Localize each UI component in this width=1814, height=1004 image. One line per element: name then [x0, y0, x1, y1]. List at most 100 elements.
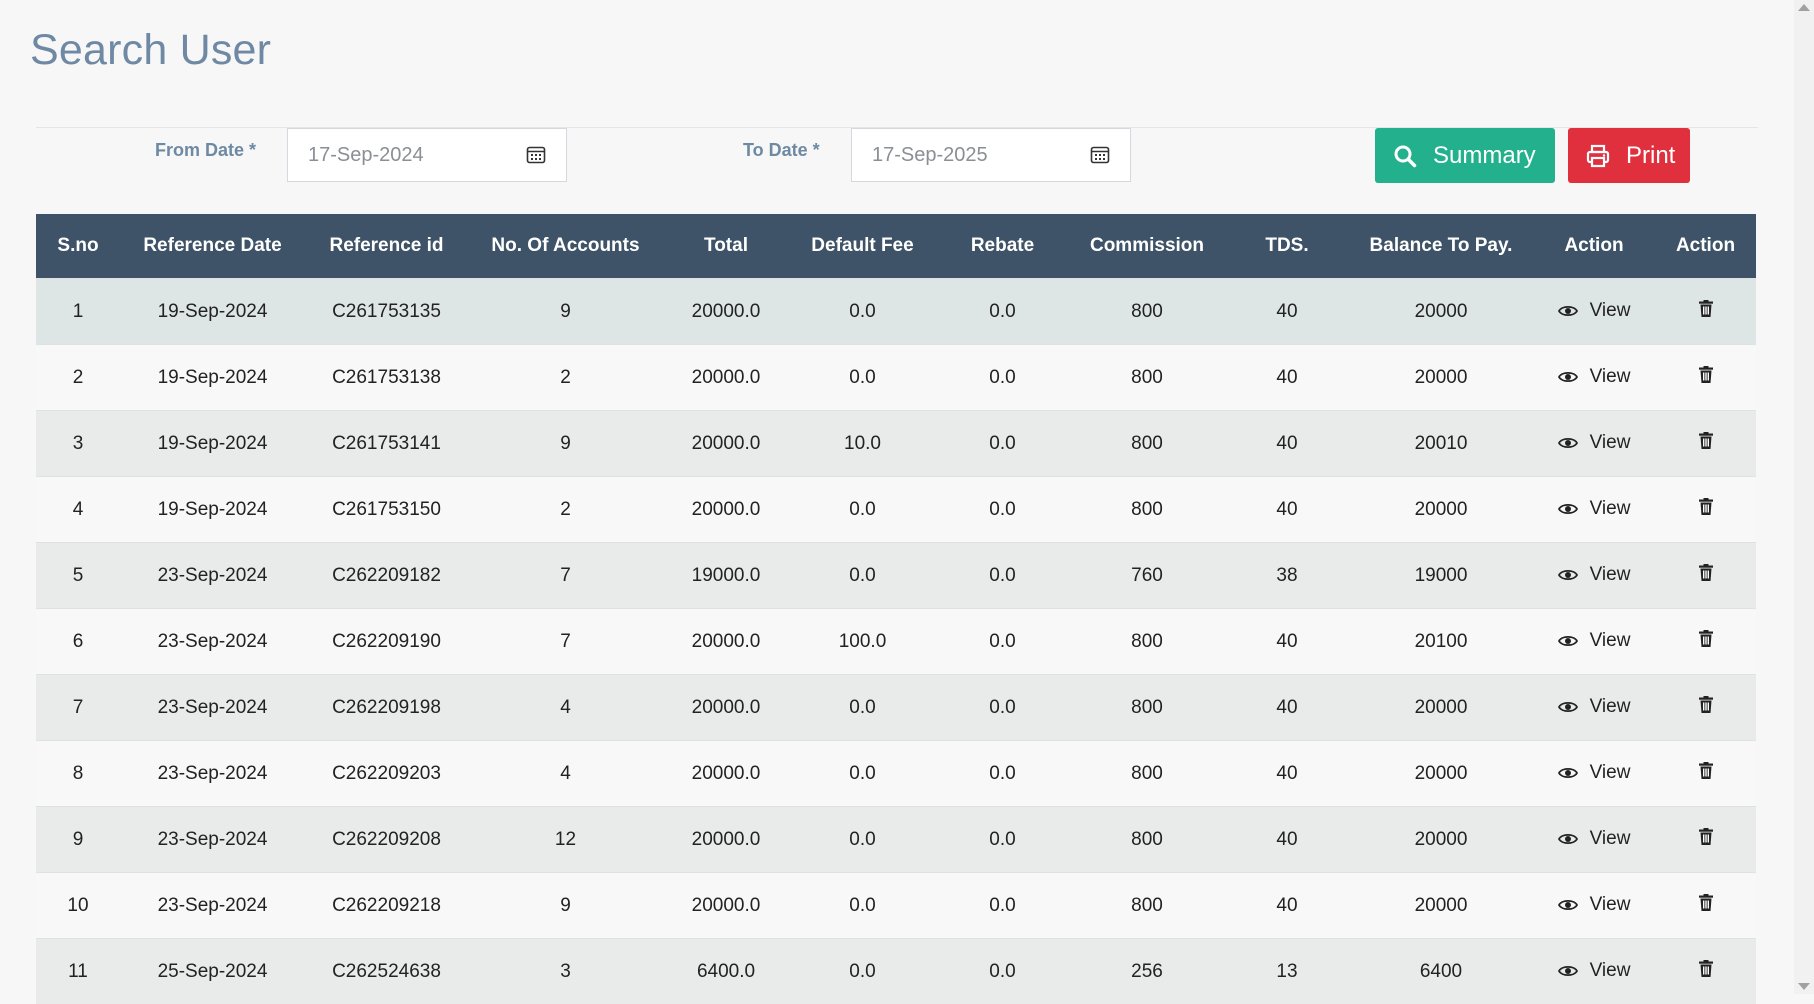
cell-action-view: View	[1533, 543, 1655, 609]
view-button[interactable]: View	[1558, 564, 1631, 586]
cell-commission: 800	[1069, 741, 1225, 807]
cell-tds: 40	[1225, 411, 1349, 477]
calendar-icon[interactable]	[526, 145, 546, 165]
trash-icon	[1699, 696, 1713, 713]
delete-button[interactable]	[1699, 828, 1713, 851]
calendar-icon[interactable]	[1090, 145, 1110, 165]
delete-button[interactable]	[1699, 894, 1713, 917]
view-button[interactable]: View	[1558, 828, 1631, 850]
cell-action-view: View	[1533, 807, 1655, 873]
cell-no-of-accounts: 4	[468, 675, 663, 741]
eye-icon	[1558, 304, 1578, 318]
delete-button[interactable]	[1699, 696, 1713, 719]
view-button[interactable]: View	[1558, 366, 1631, 388]
view-label: View	[1590, 300, 1631, 322]
table-row: 623-Sep-2024C262209190720000.0100.00.080…	[36, 609, 1756, 675]
cell-rebate: 0.0	[936, 873, 1069, 939]
view-button[interactable]: View	[1558, 300, 1631, 322]
cell-reference-date: 23-Sep-2024	[120, 543, 305, 609]
cell-total: 20000.0	[663, 279, 789, 345]
print-button[interactable]: Print	[1568, 128, 1690, 183]
view-button[interactable]: View	[1558, 960, 1631, 982]
cell-tds: 40	[1225, 675, 1349, 741]
cell-reference-date: 19-Sep-2024	[120, 345, 305, 411]
cell-tds: 40	[1225, 807, 1349, 873]
view-button[interactable]: View	[1558, 894, 1631, 916]
table-row: 219-Sep-2024C261753138220000.00.00.08004…	[36, 345, 1756, 411]
scroll-up-arrow-icon[interactable]	[1798, 4, 1810, 11]
cell-commission: 760	[1069, 543, 1225, 609]
view-label: View	[1590, 630, 1631, 652]
cell-sno: 3	[36, 411, 120, 477]
page-scrollbar[interactable]	[1794, 0, 1814, 994]
printer-icon	[1586, 144, 1610, 168]
cell-action-view: View	[1533, 873, 1655, 939]
delete-button[interactable]	[1699, 366, 1713, 389]
cell-sno: 11	[36, 939, 120, 1004]
cell-action-view: View	[1533, 675, 1655, 741]
cell-total: 20000.0	[663, 807, 789, 873]
view-button[interactable]: View	[1558, 498, 1631, 520]
cell-sno: 6	[36, 609, 120, 675]
eye-icon	[1558, 634, 1578, 648]
cell-rebate: 0.0	[936, 675, 1069, 741]
cell-commission: 256	[1069, 939, 1225, 1004]
table-body: 119-Sep-2024C261753135920000.00.00.08004…	[36, 279, 1756, 1004]
to-date-label: To Date *	[743, 140, 820, 161]
cell-total: 20000.0	[663, 741, 789, 807]
cell-total: 19000.0	[663, 543, 789, 609]
cell-no-of-accounts: 4	[468, 741, 663, 807]
delete-button[interactable]	[1699, 960, 1713, 983]
scroll-down-arrow-icon[interactable]	[1798, 983, 1810, 990]
cell-action-delete	[1655, 543, 1756, 609]
cell-tds: 40	[1225, 345, 1349, 411]
trash-icon	[1699, 762, 1713, 779]
cell-tds: 40	[1225, 477, 1349, 543]
cell-commission: 800	[1069, 477, 1225, 543]
cell-reference-id: C262209208	[305, 807, 468, 873]
delete-button[interactable]	[1699, 300, 1713, 323]
cell-reference-id: C262209203	[305, 741, 468, 807]
view-button[interactable]: View	[1558, 630, 1631, 652]
cell-total: 20000.0	[663, 675, 789, 741]
view-button[interactable]: View	[1558, 762, 1631, 784]
summary-button-label: Summary	[1433, 142, 1536, 170]
from-date-input[interactable]	[288, 129, 518, 181]
cell-commission: 800	[1069, 279, 1225, 345]
header-sno: S.no	[36, 214, 120, 279]
delete-button[interactable]	[1699, 498, 1713, 521]
cell-default-fee: 0.0	[789, 675, 936, 741]
cell-tds: 38	[1225, 543, 1349, 609]
view-button[interactable]: View	[1558, 432, 1631, 454]
trash-icon	[1699, 432, 1713, 449]
delete-button[interactable]	[1699, 564, 1713, 587]
cell-sno: 9	[36, 807, 120, 873]
cell-commission: 800	[1069, 873, 1225, 939]
cell-sno: 1	[36, 279, 120, 345]
cell-no-of-accounts: 7	[468, 609, 663, 675]
to-date-input[interactable]	[852, 129, 1082, 181]
cell-sno: 4	[36, 477, 120, 543]
cell-sno: 5	[36, 543, 120, 609]
view-button[interactable]: View	[1558, 696, 1631, 718]
cell-reference-date: 23-Sep-2024	[120, 609, 305, 675]
view-label: View	[1590, 432, 1631, 454]
cell-action-delete	[1655, 807, 1756, 873]
results-table: S.noReference DateReference idNo. Of Acc…	[36, 214, 1756, 1004]
table-row: 723-Sep-2024C262209198420000.00.00.08004…	[36, 675, 1756, 741]
delete-button[interactable]	[1699, 762, 1713, 785]
cell-action-view: View	[1533, 741, 1655, 807]
table-row: 319-Sep-2024C261753141920000.010.00.0800…	[36, 411, 1756, 477]
cell-reference-id: C262524638	[305, 939, 468, 1004]
delete-button[interactable]	[1699, 630, 1713, 653]
cell-reference-date: 23-Sep-2024	[120, 873, 305, 939]
cell-reference-date: 19-Sep-2024	[120, 279, 305, 345]
cell-balance-to-pay: 6400	[1349, 939, 1533, 1004]
cell-commission: 800	[1069, 345, 1225, 411]
from-date-field[interactable]	[287, 128, 567, 182]
cell-sno: 10	[36, 873, 120, 939]
table-row: 1125-Sep-2024C26252463836400.00.00.02561…	[36, 939, 1756, 1004]
delete-button[interactable]	[1699, 432, 1713, 455]
to-date-field[interactable]	[851, 128, 1131, 182]
summary-button[interactable]: Summary	[1375, 128, 1555, 183]
